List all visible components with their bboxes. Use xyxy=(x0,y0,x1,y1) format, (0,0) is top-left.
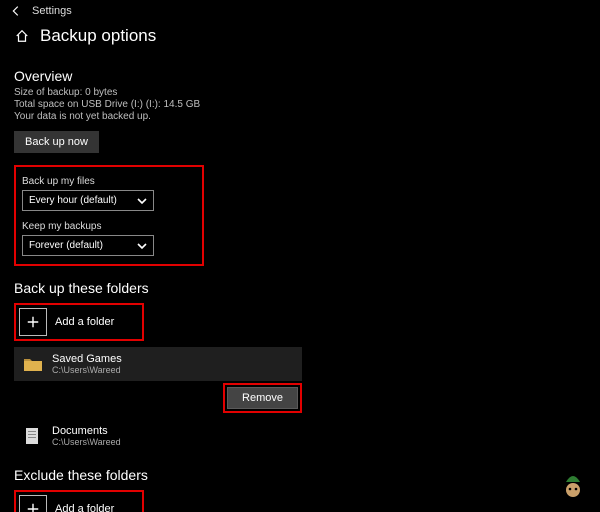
schedule-highlight: Back up my files Every hour (default) Ke… xyxy=(14,165,204,266)
document-icon xyxy=(22,425,44,447)
overview-heading: Overview xyxy=(14,68,586,84)
folder-item-saved-games[interactable]: Saved Games C:\Users\Wareed xyxy=(14,347,302,381)
plus-icon xyxy=(19,495,47,512)
remove-highlight: Remove xyxy=(223,383,302,413)
backup-frequency-label: Back up my files xyxy=(22,176,154,187)
exclude-add-label: Add a folder xyxy=(55,503,114,512)
keep-backups-label: Keep my backups xyxy=(22,221,154,232)
exclude-heading: Exclude these folders xyxy=(14,467,586,483)
exclude-add-highlight: Add a folder xyxy=(14,490,144,512)
plus-icon xyxy=(19,308,47,336)
exclude-add-folder-button[interactable]: Add a folder xyxy=(19,495,114,512)
chevron-down-icon xyxy=(137,196,147,206)
keep-backups-value: Forever (default) xyxy=(29,240,103,251)
folder-path: C:\Users\Wareed xyxy=(52,365,122,375)
backup-frequency-value: Every hour (default) xyxy=(29,195,117,206)
title-bar: Settings xyxy=(0,0,600,22)
back-button[interactable] xyxy=(8,3,24,19)
page-title: Backup options xyxy=(40,26,156,46)
add-folder-label: Add a folder xyxy=(55,316,114,328)
folder-name: Documents xyxy=(52,425,121,437)
backup-now-button[interactable]: Back up now xyxy=(14,131,99,153)
backup-status: Your data is not yet backed up. xyxy=(14,111,586,122)
folder-name: Saved Games xyxy=(52,353,122,365)
folders-heading: Back up these folders xyxy=(14,280,586,296)
remove-folder-button[interactable]: Remove xyxy=(227,387,298,409)
chevron-down-icon xyxy=(137,241,147,251)
backup-size: Size of backup: 0 bytes xyxy=(14,87,586,98)
drive-space: Total space on USB Drive (I:) (I:): 14.5… xyxy=(14,99,586,110)
keep-backups-dropdown[interactable]: Forever (default) xyxy=(22,235,154,256)
app-title: Settings xyxy=(32,5,72,17)
add-folder-highlight: Add a folder xyxy=(14,303,144,341)
mascot-icon xyxy=(562,472,584,498)
page-header: Backup options xyxy=(0,22,600,54)
arrow-left-icon xyxy=(9,4,23,18)
home-icon xyxy=(15,29,29,43)
add-folder-button[interactable]: Add a folder xyxy=(19,308,114,336)
folder-icon xyxy=(22,353,44,375)
folder-item-documents[interactable]: Documents C:\Users\Wareed xyxy=(14,419,302,453)
folder-path: C:\Users\Wareed xyxy=(52,437,121,447)
backup-frequency-dropdown[interactable]: Every hour (default) xyxy=(22,190,154,211)
home-button[interactable] xyxy=(14,28,30,44)
